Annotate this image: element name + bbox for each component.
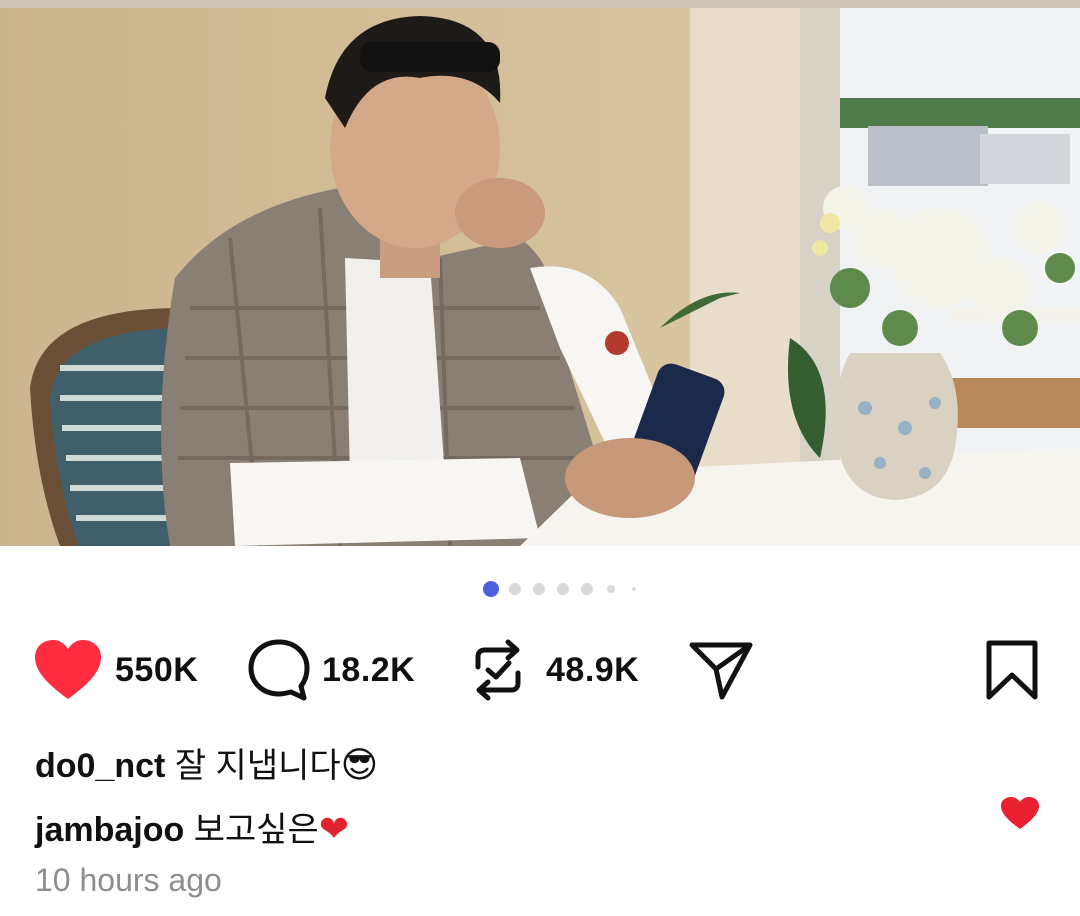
comment-count: 18.2K [322, 650, 416, 689]
top-image-strip [0, 0, 1080, 8]
heart-icon [35, 640, 101, 699]
post-photo-illustration [0, 8, 1080, 546]
caption-text: 잘 지냅니다 [174, 747, 341, 785]
carousel-dot-active[interactable] [483, 581, 499, 597]
comment-text: 보고싶은 [193, 811, 319, 849]
bookmark-button[interactable] [985, 630, 1041, 710]
send-icon [689, 642, 753, 700]
carousel-dot[interactable] [533, 583, 545, 595]
share-button[interactable] [688, 630, 754, 710]
post-caption: do0_nct 잘 지냅니다😎 [35, 738, 378, 787]
red-heart-emoji-icon: ❤ [318, 809, 349, 850]
comment-button[interactable]: 18.2K [246, 630, 415, 710]
post-photo[interactable] [0, 8, 1080, 546]
repost-count: 48.9K [546, 650, 640, 689]
carousel-dot[interactable] [509, 583, 521, 595]
comment-icon [248, 639, 310, 701]
carousel-dot[interactable] [557, 583, 569, 595]
like-count: 550K [115, 650, 199, 689]
repost-button[interactable]: 48.9K [468, 630, 639, 710]
carousel-dot[interactable] [632, 587, 636, 591]
post-timestamp: 10 hours ago [35, 862, 222, 898]
comment-username[interactable]: jambajoo [35, 811, 184, 849]
carousel-dot[interactable] [607, 585, 615, 593]
caption-username[interactable]: do0_nct [35, 747, 165, 785]
comment-row: jambajoo 보고싶은❤ [35, 802, 349, 851]
carousel-dot[interactable] [581, 583, 593, 595]
like-button[interactable]: 550K [33, 630, 198, 710]
bookmark-icon [986, 640, 1038, 700]
carousel-indicator [0, 580, 1080, 598]
repost-icon [475, 639, 521, 701]
action-bar: 550K 18.2K 48.9K [0, 630, 1080, 710]
sunglasses-emoji-icon: 😎 [340, 745, 379, 786]
comment-like-heart-icon[interactable] [1000, 796, 1040, 830]
